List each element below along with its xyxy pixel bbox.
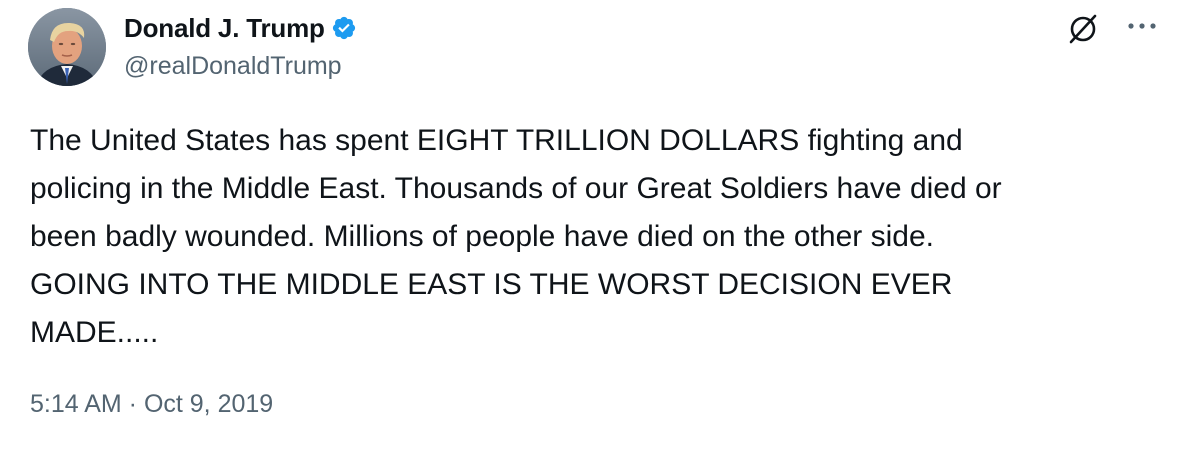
tweet-card: Donald J. Trump @realDonaldTrump The Uni… (0, 0, 1190, 460)
author-name-row: Donald J. Trump (124, 10, 357, 46)
author-avatar[interactable] (28, 8, 106, 86)
more-options-icon[interactable] (1124, 14, 1160, 38)
author-display-name[interactable]: Donald J. Trump (124, 13, 325, 44)
tweet-text: The United States has spent EIGHT TRILLI… (30, 124, 1002, 349)
grok-icon[interactable] (1066, 12, 1100, 46)
tweet-timestamp[interactable]: 5:14 AM · Oct 9, 2019 (30, 390, 273, 419)
author-handle[interactable]: @realDonaldTrump (124, 52, 342, 81)
avatar-image (28, 8, 106, 86)
verified-badge-icon[interactable] (331, 15, 357, 41)
